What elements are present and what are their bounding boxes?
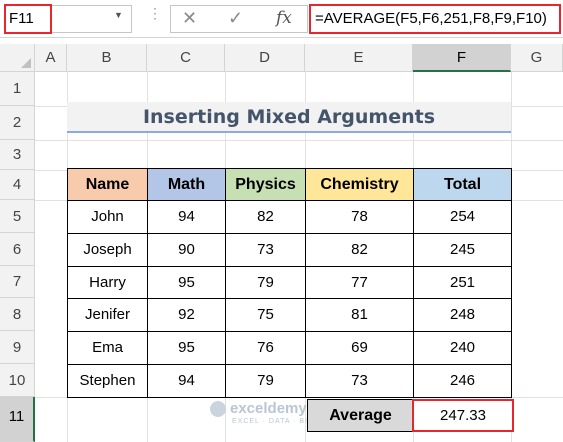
select-all-icon — [21, 58, 31, 68]
insert-function-icon[interactable]: fx — [276, 8, 292, 28]
row-header-11[interactable]: 11 — [0, 397, 35, 442]
column-header-f[interactable]: F — [413, 44, 511, 72]
table-cell[interactable]: 73 — [225, 233, 306, 267]
chevron-down-icon[interactable]: ▼ — [114, 10, 123, 20]
table-cell[interactable]: 248 — [413, 298, 512, 332]
average-label[interactable]: Average — [307, 399, 414, 432]
table-cell[interactable]: 78 — [305, 200, 414, 234]
column-header-b[interactable]: B — [67, 44, 147, 72]
table-cell[interactable]: Harry — [67, 266, 148, 299]
row-header-3[interactable]: 3 — [0, 140, 35, 170]
watermark-text: exceldemy — [230, 400, 307, 417]
table-cell[interactable]: 75 — [225, 298, 306, 332]
formula-bar: F11 ▼ ⋮ ✕ ✓ fx =AVERAGE(F5,F6,251,F8,F9,… — [0, 0, 563, 38]
table-cell[interactable]: 94 — [147, 200, 226, 234]
table-header-name[interactable]: Name — [67, 168, 148, 201]
table-cell[interactable]: 82 — [305, 233, 414, 267]
table-cell[interactable]: 90 — [147, 233, 226, 267]
table-cell[interactable]: 81 — [305, 298, 414, 332]
table-cell[interactable]: 73 — [305, 364, 414, 398]
table-cell[interactable]: 240 — [413, 331, 512, 365]
table-cell[interactable]: 76 — [225, 331, 306, 365]
exceldemy-logo-icon — [210, 401, 226, 417]
table-cell[interactable]: 92 — [147, 298, 226, 332]
table-cell[interactable]: Joseph — [67, 233, 148, 267]
table-cell[interactable]: Stephen — [67, 364, 148, 398]
table-cell[interactable]: Ema — [67, 331, 148, 365]
table-cell[interactable]: 79 — [225, 364, 306, 398]
check-icon[interactable]: ✓ — [228, 8, 243, 29]
column-header-c[interactable]: C — [147, 44, 225, 72]
watermark-tagline: EXCEL · DATA · BI — [232, 418, 308, 425]
column-header-e[interactable]: E — [305, 44, 413, 72]
table-cell[interactable]: Jenifer — [67, 298, 148, 332]
formula-input[interactable]: =AVERAGE(F5,F6,251,F8,F9,F10) — [309, 4, 561, 34]
average-value-cell[interactable]: 247.33 — [412, 399, 514, 432]
table-header-math[interactable]: Math — [147, 168, 226, 201]
table-cell[interactable]: 69 — [305, 331, 414, 365]
column-header-a[interactable]: A — [35, 44, 67, 72]
row-header-8[interactable]: 8 — [0, 298, 35, 331]
table-cell[interactable]: 95 — [147, 266, 226, 299]
table-cell[interactable]: 95 — [147, 331, 226, 365]
table-header-physics[interactable]: Physics — [225, 168, 306, 201]
table-cell[interactable]: 94 — [147, 364, 226, 398]
table-header-chemistry[interactable]: Chemistry — [305, 168, 414, 201]
table-cell[interactable]: 79 — [225, 266, 306, 299]
table-cell[interactable]: 251 — [413, 266, 512, 299]
name-box[interactable]: F11 — [4, 4, 52, 34]
table-cell[interactable]: 77 — [305, 266, 414, 299]
gridline — [35, 140, 563, 141]
row-header-7[interactable]: 7 — [0, 266, 35, 298]
table-header-total[interactable]: Total — [413, 168, 512, 201]
row-header-5[interactable]: 5 — [0, 200, 35, 233]
table-cell[interactable]: John — [67, 200, 148, 234]
row-header-2[interactable]: 2 — [0, 106, 35, 140]
row-header-4[interactable]: 4 — [0, 170, 35, 200]
column-header-g[interactable]: G — [511, 44, 563, 72]
table-cell[interactable]: 254 — [413, 200, 512, 234]
close-icon[interactable]: ✕ — [182, 8, 197, 29]
column-header-d[interactable]: D — [225, 44, 305, 72]
drag-handle-icon[interactable]: ⋮ — [148, 6, 162, 20]
table-cell[interactable]: 82 — [225, 200, 306, 234]
row-header-9[interactable]: 9 — [0, 331, 35, 364]
row-header-10[interactable]: 10 — [0, 364, 35, 397]
row-header-1[interactable]: 1 — [0, 72, 35, 106]
row-header-6[interactable]: 6 — [0, 233, 35, 266]
sheet-title: Inserting Mixed Arguments — [67, 102, 511, 133]
select-all-button[interactable] — [0, 44, 35, 72]
table-cell[interactable]: 245 — [413, 233, 512, 267]
table-cell[interactable]: 246 — [413, 364, 512, 398]
